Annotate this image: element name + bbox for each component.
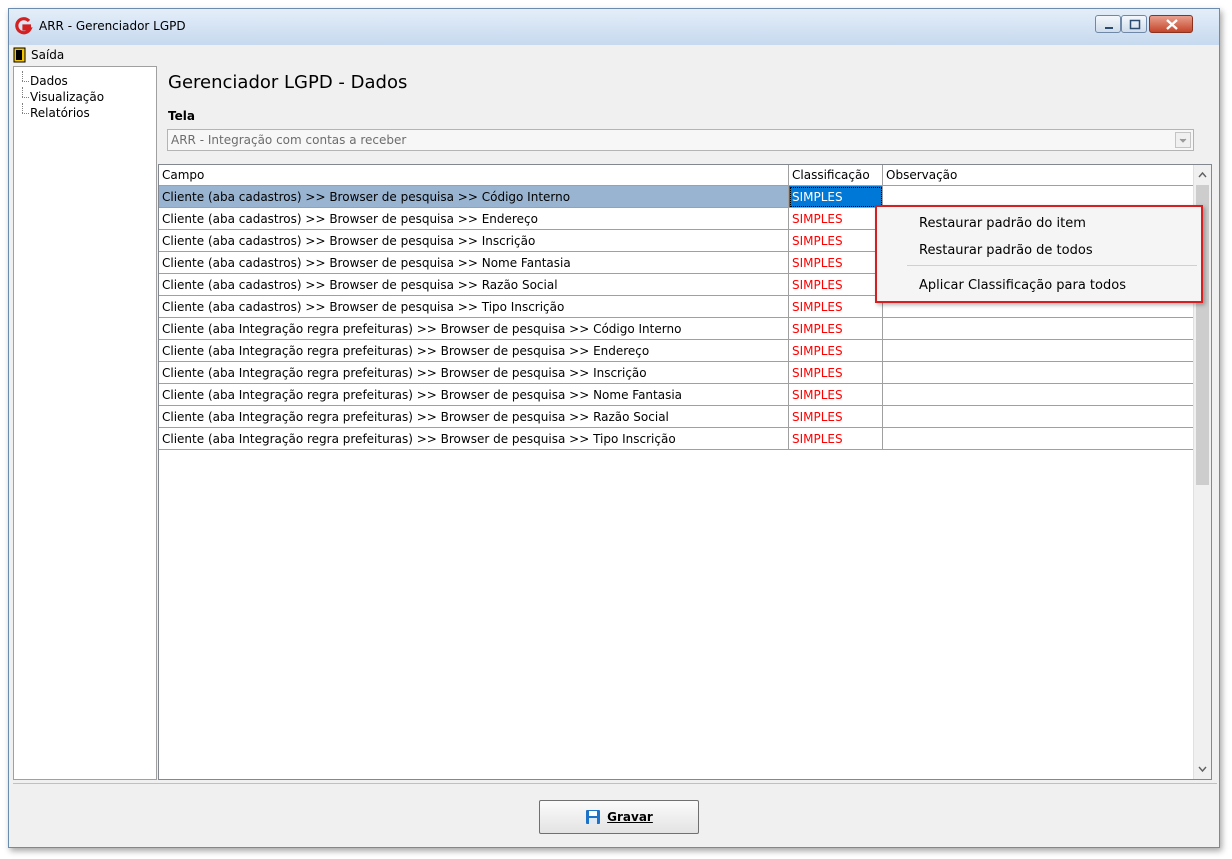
cell-campo[interactable]: Cliente (aba cadastros) >> Browser de pe…: [159, 252, 789, 274]
menu-exit-label: Saída: [31, 48, 65, 62]
cell-classificacao[interactable]: SIMPLES: [789, 362, 883, 384]
title-bar[interactable]: ARR - Gerenciador LGPD: [9, 9, 1219, 46]
cell-observacao[interactable]: [883, 362, 1195, 384]
cell-classificacao[interactable]: SIMPLES: [789, 274, 883, 296]
column-header-campo[interactable]: Campo: [159, 165, 789, 185]
cell-campo[interactable]: Cliente (aba Integração regra prefeitura…: [159, 406, 789, 428]
table-row[interactable]: Cliente (aba Integração regra prefeitura…: [159, 384, 1195, 406]
cell-campo[interactable]: Cliente (aba Integração regra prefeitura…: [159, 340, 789, 362]
cell-classificacao[interactable]: SIMPLES: [789, 230, 883, 252]
cell-campo[interactable]: Cliente (aba Integração regra prefeitura…: [159, 318, 789, 340]
menu-bar: Saída: [9, 45, 1219, 65]
cell-classificacao[interactable]: SIMPLES: [789, 384, 883, 406]
tree-item-label: Visualização: [30, 90, 105, 104]
cell-classificacao[interactable]: SIMPLES: [789, 406, 883, 428]
menu-item-apply-classification-all[interactable]: Aplicar Classificação para todos: [919, 275, 1126, 297]
app-window: ARR - Gerenciador LGPD Saída Dados Visua…: [8, 8, 1220, 848]
tela-select-value: ARR - Integração com contas a receber: [171, 133, 407, 147]
navigation-tree: Dados Visualização Relatórios: [13, 66, 157, 780]
table-row[interactable]: Cliente (aba Integração regra prefeitura…: [159, 428, 1195, 450]
cell-observacao[interactable]: [883, 384, 1195, 406]
cell-campo[interactable]: Cliente (aba Integração regra prefeitura…: [159, 428, 789, 450]
menu-exit[interactable]: Saída: [13, 46, 64, 64]
close-button[interactable]: [1149, 15, 1193, 33]
cell-observacao[interactable]: [883, 428, 1195, 450]
maximize-button[interactable]: [1121, 15, 1147, 33]
cell-campo[interactable]: Cliente (aba cadastros) >> Browser de pe…: [159, 274, 789, 296]
arr-logo-icon: [15, 17, 33, 35]
tree-connector: [14, 103, 30, 121]
cell-classificacao[interactable]: SIMPLES: [789, 296, 883, 318]
cell-campo[interactable]: Cliente (aba cadastros) >> Browser de pe…: [159, 230, 789, 252]
close-icon: [1166, 19, 1178, 30]
chevron-down-icon: [1179, 138, 1187, 143]
cell-observacao[interactable]: [883, 340, 1195, 362]
cell-classificacao[interactable]: SIMPLES: [789, 318, 883, 340]
save-button-label: Gravar: [607, 810, 653, 824]
grid-header: Campo Classificação Observação: [159, 165, 1195, 186]
table-row[interactable]: Cliente (aba Integração regra prefeitura…: [159, 340, 1195, 362]
exit-door-icon: [13, 47, 26, 63]
save-button[interactable]: Gravar: [539, 800, 699, 834]
window-title: ARR - Gerenciador LGPD: [39, 19, 186, 33]
tela-select[interactable]: ARR - Integração com contas a receber: [167, 129, 1194, 151]
chevron-up-icon[interactable]: [1194, 167, 1211, 184]
cell-observacao[interactable]: [883, 318, 1195, 340]
table-row[interactable]: Cliente (aba Integração regra prefeitura…: [159, 318, 1195, 340]
tree-item-relatorios[interactable]: Relatórios: [14, 103, 90, 121]
chevron-down-icon[interactable]: [1194, 760, 1211, 777]
tree-item-label: Relatórios: [30, 106, 90, 120]
cell-campo[interactable]: Cliente (aba cadastros) >> Browser de pe…: [159, 186, 789, 208]
page-title: Gerenciador LGPD - Dados: [168, 72, 408, 93]
cell-classificacao[interactable]: SIMPLES: [789, 252, 883, 274]
cell-campo[interactable]: Cliente (aba cadastros) >> Browser de pe…: [159, 296, 789, 318]
column-header-observacao[interactable]: Observação: [883, 165, 1195, 185]
table-row[interactable]: Cliente (aba Integração regra prefeitura…: [159, 406, 1195, 428]
column-header-classificacao[interactable]: Classificação: [789, 165, 883, 185]
tela-label: Tela: [168, 109, 195, 123]
cell-classificacao[interactable]: SIMPLES: [789, 186, 883, 208]
menu-separator: [907, 265, 1197, 266]
maximize-icon: [1129, 19, 1141, 30]
cell-classificacao[interactable]: SIMPLES: [789, 208, 883, 230]
cell-observacao[interactable]: [883, 406, 1195, 428]
tree-item-visualizacao[interactable]: Visualização: [14, 87, 105, 105]
table-row[interactable]: Cliente (aba Integração regra prefeitura…: [159, 362, 1195, 384]
context-menu: Restaurar padrão do item Restaurar padrã…: [875, 205, 1203, 303]
cell-campo[interactable]: Cliente (aba cadastros) >> Browser de pe…: [159, 208, 789, 230]
footer-bar: Gravar: [13, 783, 1217, 844]
tree-item-label: Dados: [30, 74, 68, 88]
cell-classificacao[interactable]: SIMPLES: [789, 428, 883, 450]
minimize-icon: [1105, 27, 1113, 29]
floppy-disk-icon: [586, 810, 601, 824]
cell-classificacao[interactable]: SIMPLES: [789, 340, 883, 362]
menu-item-restore-item[interactable]: Restaurar padrão do item: [919, 213, 1086, 235]
cell-campo[interactable]: Cliente (aba Integração regra prefeitura…: [159, 362, 789, 384]
menu-item-restore-all[interactable]: Restaurar padrão de todos: [919, 240, 1093, 262]
dropdown-button[interactable]: [1175, 132, 1191, 148]
cell-campo[interactable]: Cliente (aba Integração regra prefeitura…: [159, 384, 789, 406]
minimize-button[interactable]: [1095, 15, 1121, 33]
